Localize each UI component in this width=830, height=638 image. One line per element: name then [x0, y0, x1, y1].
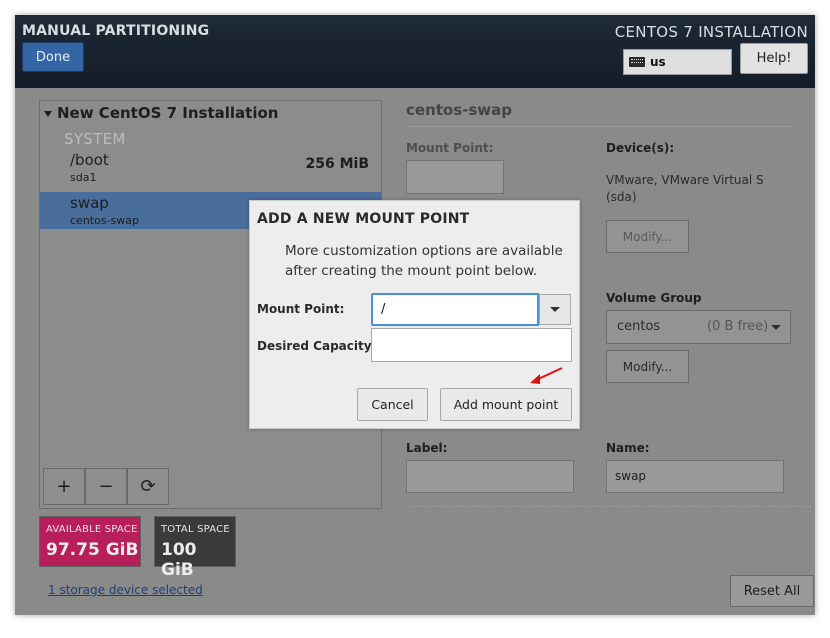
- name-field-label: Name:: [606, 441, 650, 455]
- details-dashed-divider: [406, 506, 811, 507]
- done-button[interactable]: Done: [22, 42, 84, 72]
- volume-group-free: (0 B free): [707, 319, 769, 334]
- dialog-message: More customization options are available…: [285, 243, 563, 279]
- name-field[interactable]: swap: [606, 460, 784, 493]
- mount-point-field[interactable]: [406, 160, 504, 194]
- details-divider: [406, 126, 791, 127]
- label-field-label: Label:: [406, 441, 448, 455]
- expander-arrow-icon: [44, 110, 52, 117]
- keyboard-layout-indicator[interactable]: us: [623, 49, 732, 75]
- installer-window: MANUAL PARTITIONING Done CENTOS 7 INSTAL…: [15, 15, 815, 615]
- tree-toolbar: + − ⟳: [43, 468, 169, 505]
- available-space-label: AVAILABLE SPACE: [46, 524, 138, 535]
- volume-group-label: Volume Group: [606, 291, 702, 305]
- remove-mount-point-button[interactable]: −: [85, 468, 127, 505]
- label-field[interactable]: [406, 460, 574, 493]
- mount-point-label: Mount Point:: [406, 141, 494, 155]
- row-size: 256 MiB: [305, 156, 370, 172]
- installation-label: New CentOS 7 Installation: [57, 104, 279, 122]
- volume-group-modify-button[interactable]: Modify...: [606, 350, 689, 383]
- system-group-label: SYSTEM: [64, 130, 126, 148]
- desired-capacity-label: Desired Capacity:: [257, 339, 377, 353]
- cancel-button[interactable]: Cancel: [357, 388, 428, 421]
- devices-text-line1: VMware, VMware Virtual S: [606, 173, 764, 187]
- volume-group-name: centos: [617, 319, 661, 334]
- row-device: centos-swap: [70, 214, 139, 227]
- mount-point-input[interactable]: /: [371, 293, 539, 326]
- help-button[interactable]: Help!: [740, 43, 808, 74]
- chevron-down-icon: [771, 325, 781, 330]
- mount-point-label: Mount Point:: [257, 302, 345, 316]
- reload-icon[interactable]: ⟳: [127, 468, 169, 505]
- storage-devices-link[interactable]: 1 storage device selected: [48, 583, 203, 597]
- details-title: centos-swap: [406, 101, 513, 119]
- total-space-value: 100 GiB: [161, 540, 197, 580]
- installer-title: CENTOS 7 INSTALLATION: [614, 23, 808, 41]
- row-device: sda1: [70, 171, 97, 184]
- annotation-arrow-icon: [530, 367, 563, 384]
- add-mount-point-dialog: ADD A NEW MOUNT POINT More customization…: [249, 200, 580, 429]
- installation-expander[interactable]: New CentOS 7 Installation: [44, 104, 278, 122]
- page-title: MANUAL PARTITIONING: [22, 23, 210, 39]
- header-bar: MANUAL PARTITIONING Done CENTOS 7 INSTAL…: [15, 15, 815, 88]
- total-space-label: TOTAL SPACE: [161, 524, 230, 535]
- row-mount-name: /boot: [70, 151, 109, 169]
- reset-all-button[interactable]: Reset All: [730, 575, 814, 607]
- chevron-down-icon: [550, 307, 560, 312]
- device-modify-button[interactable]: Modify...: [606, 220, 689, 253]
- add-mount-point-button[interactable]: Add mount point: [440, 388, 572, 421]
- available-space-value: 97.75 GiB: [46, 540, 139, 560]
- keyboard-icon: [629, 57, 645, 67]
- total-space-box: TOTAL SPACE 100 GiB: [154, 516, 236, 580]
- add-mount-point-button[interactable]: +: [43, 468, 85, 505]
- available-space-box: AVAILABLE SPACE 97.75 GiB: [39, 516, 141, 567]
- row-mount-name: swap: [70, 194, 109, 212]
- desired-capacity-input[interactable]: [371, 328, 572, 362]
- mount-point-dropdown-button[interactable]: [539, 294, 571, 325]
- volume-group-select[interactable]: centos (0 B free): [606, 310, 791, 344]
- devices-label: Device(s):: [606, 141, 675, 155]
- devices-text-line2: (sda): [606, 190, 637, 204]
- keyboard-layout-label: us: [650, 55, 666, 69]
- dialog-title: ADD A NEW MOUNT POINT: [257, 211, 470, 227]
